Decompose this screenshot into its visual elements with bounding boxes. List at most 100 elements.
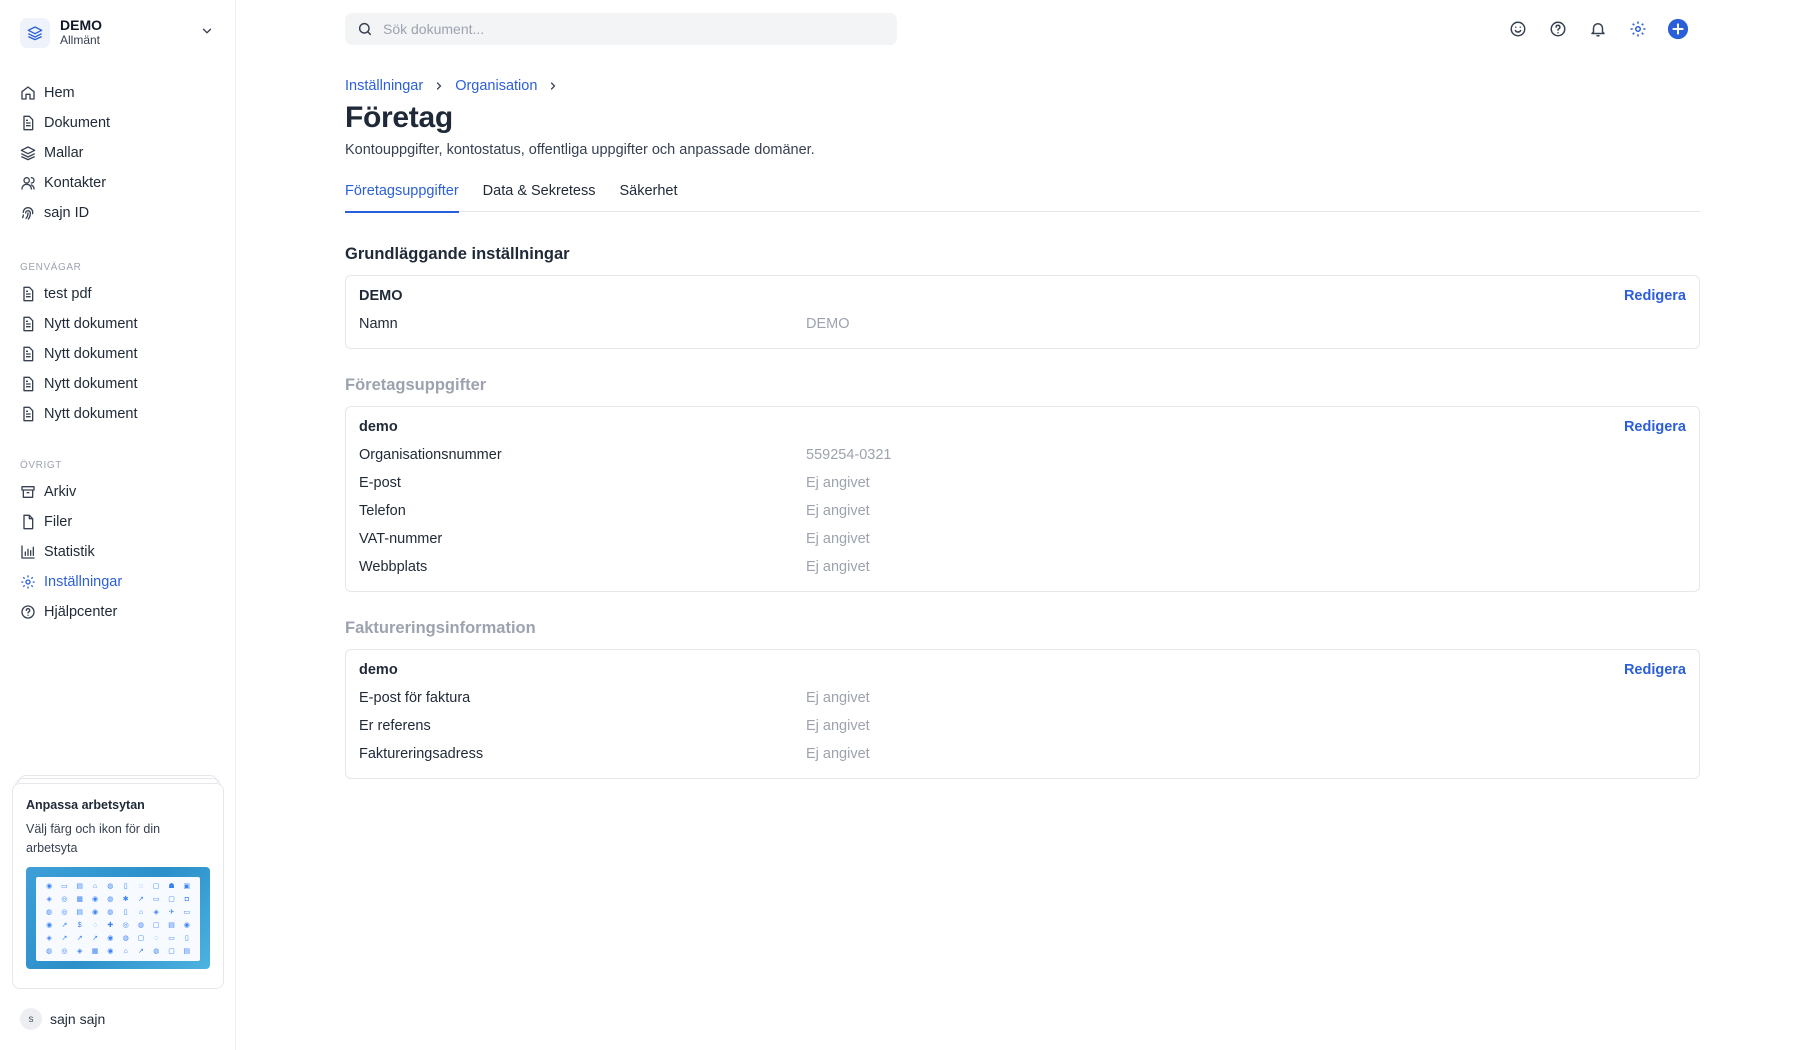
edit-button[interactable]: Redigera xyxy=(1624,419,1686,441)
edit-button[interactable]: Redigera xyxy=(1624,662,1686,684)
tab-bar: Företagsuppgifter Data & Sekretess Säker… xyxy=(345,182,1700,213)
field-value: Ej angivet xyxy=(806,690,870,706)
fingerprint-icon xyxy=(20,205,36,221)
shortcut-label: test pdf xyxy=(44,286,92,302)
company-details-card: demo Redigera Organisationsnummer 559254… xyxy=(345,406,1700,592)
shortcut-item[interactable]: Nytt dokument xyxy=(10,369,226,399)
sidebar-item-arkiv[interactable]: Arkiv xyxy=(10,477,226,507)
field-row: E-post för faktura Ej angivet xyxy=(359,684,1686,712)
icon-grid-preview-image: ◉ ▭ ▤ ⌂ ◍ ▯ ◌ ▢ ☗ ▣ ◈ ◎ ▦ ◉ ◍ ✱ ↗ ▭ ▢ ◘ ◍ ◎ ▤ ◉ ◍ ▯ ⌂ ◈ ✈ ▭ ◉ ↗ $ ◌ ✚ ◎ ◍… xyxy=(26,867,210,969)
search-input[interactable] xyxy=(383,21,863,37)
field-label: E-post xyxy=(359,475,401,491)
bell-icon[interactable] xyxy=(1586,17,1610,41)
search-bar[interactable] xyxy=(345,13,897,45)
section-title: Grundläggande inställningar xyxy=(345,245,570,263)
sidebar-item-sajn-id[interactable]: sajn ID xyxy=(10,198,226,228)
section-title: Faktureringsinformation xyxy=(345,619,536,637)
field-value: Ej angivet xyxy=(806,475,870,491)
field-row: Telefon Ej angivet xyxy=(359,497,1686,525)
field-label: E-post för faktura xyxy=(359,690,471,706)
field-value: Ej angivet xyxy=(806,503,870,519)
tab-sakerhet[interactable]: Säkerhet xyxy=(619,182,677,212)
shortcuts-nav: test pdf Nytt dokument Nytt dokument Nyt… xyxy=(10,279,226,429)
workspace-subtitle: Allmänt xyxy=(60,33,101,47)
chevron-right-icon xyxy=(433,80,445,92)
tab-data-sekretess[interactable]: Data & Sekretess xyxy=(483,182,596,212)
sidebar-item-kontakter[interactable]: Kontakter xyxy=(10,168,226,198)
sidebar-item-label: Kontakter xyxy=(44,175,107,191)
field-value: 559254-0321 xyxy=(806,447,892,463)
customize-workspace-card[interactable]: Anpassa arbetsytan Välj färg och ikon fö… xyxy=(12,783,224,989)
shortcut-item[interactable]: Nytt dokument xyxy=(10,339,226,369)
breadcrumb-organisation[interactable]: Organisation xyxy=(455,78,537,94)
field-label: Webbplats xyxy=(359,559,428,575)
page-description: Kontouppgifter, kontostatus, offentliga … xyxy=(345,142,815,158)
sidebar-item-hjalpcenter[interactable]: Hjälpcenter xyxy=(10,597,226,627)
main-nav: Hem Dokument Mallar Kontakter sajn ID xyxy=(10,78,226,228)
shortcut-item[interactable]: Nytt dokument xyxy=(10,399,226,429)
sidebar-item-filer[interactable]: Filer xyxy=(10,507,226,537)
sidebar-item-mallar[interactable]: Mallar xyxy=(10,138,226,168)
layers-icon xyxy=(20,145,36,161)
shortcut-label: Nytt dokument xyxy=(44,346,138,362)
field-label: Telefon xyxy=(359,503,406,519)
sidebar-item-dokument[interactable]: Dokument xyxy=(10,108,226,138)
shortcut-label: Nytt dokument xyxy=(44,316,138,332)
other-heading: ÖVRIGT xyxy=(20,460,62,471)
field-label: VAT-nummer xyxy=(359,531,443,547)
document-icon xyxy=(20,286,36,302)
sidebar-item-label: Arkiv xyxy=(44,484,77,500)
shortcut-label: Nytt dokument xyxy=(44,406,138,422)
sidebar-item-label: Mallar xyxy=(44,145,84,161)
document-icon xyxy=(20,316,36,332)
section-title: Företagsuppgifter xyxy=(345,376,487,394)
promo-text: Välj färg och ikon för din arbetsyta xyxy=(26,822,161,855)
layers-icon xyxy=(20,18,50,48)
field-value: DEMO xyxy=(806,316,850,332)
field-value: Ej angivet xyxy=(806,746,870,762)
document-icon xyxy=(20,346,36,362)
user-menu[interactable]: s sajn sajn xyxy=(20,1008,105,1030)
sidebar-item-hem[interactable]: Hem xyxy=(10,78,226,108)
field-label: Organisationsnummer xyxy=(359,447,502,463)
file-icon xyxy=(20,514,36,530)
archive-icon xyxy=(20,484,36,500)
card-title: DEMO xyxy=(359,288,403,304)
sidebar-item-label: Filer xyxy=(44,514,73,530)
sidebar-item-statistik[interactable]: Statistik xyxy=(10,537,226,567)
shortcut-item[interactable]: Nytt dokument xyxy=(10,309,226,339)
edit-button[interactable]: Redigera xyxy=(1624,288,1686,310)
page-title: Företag xyxy=(345,101,453,134)
field-label: Namn xyxy=(359,316,398,332)
field-row: Organisationsnummer 559254-0321 xyxy=(359,441,1686,469)
tab-foretagsuppgifter[interactable]: Företagsuppgifter xyxy=(345,182,459,213)
settings-icon[interactable] xyxy=(1626,17,1650,41)
help-icon[interactable] xyxy=(1546,17,1570,41)
shortcut-item[interactable]: test pdf xyxy=(10,279,226,309)
contacts-icon xyxy=(20,175,36,191)
smile-icon[interactable] xyxy=(1506,17,1530,41)
sidebar-item-label: Dokument xyxy=(44,115,111,131)
chevron-right-icon xyxy=(547,80,559,92)
help-icon xyxy=(20,604,36,620)
add-icon[interactable] xyxy=(1666,17,1690,41)
field-row: Namn DEMO xyxy=(359,310,1686,338)
breadcrumb: Inställningar Organisation xyxy=(345,78,569,94)
field-label: Faktureringsadress xyxy=(359,746,484,762)
settings-icon xyxy=(20,574,36,590)
field-value: Ej angivet xyxy=(806,718,870,734)
workspace-switcher[interactable]: DEMO Allmänt xyxy=(20,16,216,50)
avatar: s xyxy=(20,1008,42,1030)
sidebar-item-label: Statistik xyxy=(44,544,95,560)
breadcrumb-installningar[interactable]: Inställningar xyxy=(345,78,423,94)
shortcut-label: Nytt dokument xyxy=(44,376,138,392)
card-title: demo xyxy=(359,419,398,435)
sidebar-item-installningar[interactable]: Inställningar xyxy=(10,567,226,597)
field-row: VAT-nummer Ej angivet xyxy=(359,525,1686,553)
document-icon xyxy=(20,115,36,131)
top-actions xyxy=(1506,17,1706,41)
workspace-name: DEMO xyxy=(60,17,102,33)
shortcuts-heading: GENVÄGAR xyxy=(20,262,82,273)
basic-settings-card: DEMO Redigera Namn DEMO xyxy=(345,275,1700,349)
sidebar-item-label: Hem xyxy=(44,85,75,101)
